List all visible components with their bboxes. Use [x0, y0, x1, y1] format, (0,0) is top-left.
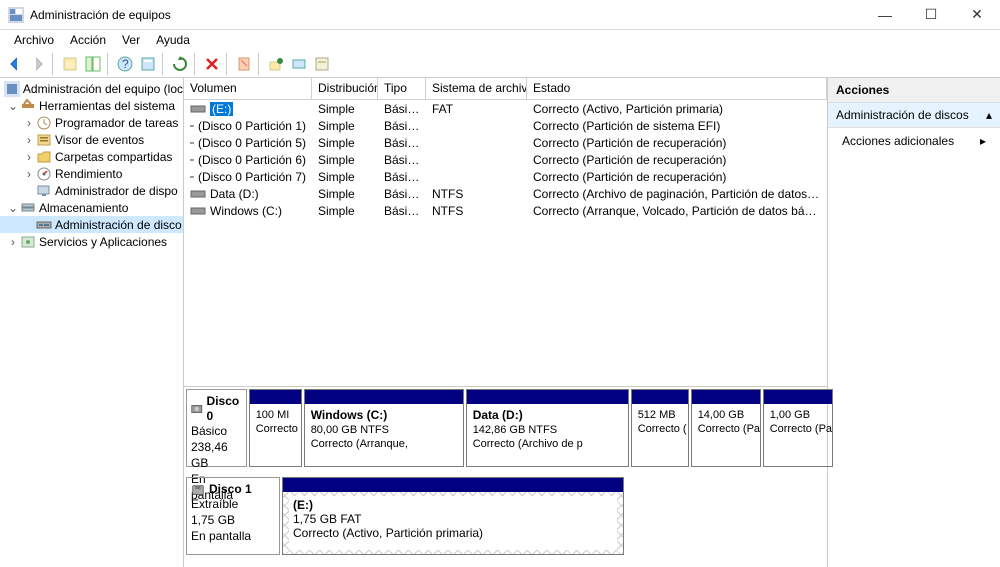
tree-services[interactable]: ›Servicios y Aplicaciones — [0, 233, 183, 250]
volume-row[interactable]: (Disco 0 Partición 6)SimpleBásicoCorrect… — [184, 151, 827, 168]
titlebar: Administración de equipos — ☐ ✕ — [0, 0, 1000, 30]
disk1-row[interactable]: Disco 1 Extraíble 1,75 GB En pantalla (E… — [186, 477, 825, 555]
col-type[interactable]: Tipo — [378, 78, 426, 99]
volume-row[interactable]: (Disco 0 Partición 5)SimpleBásicoCorrect… — [184, 134, 827, 151]
disk1-label: Disco 1 Extraíble 1,75 GB En pantalla — [186, 477, 280, 555]
svg-text:?: ? — [122, 57, 129, 71]
refresh-button[interactable] — [169, 53, 191, 75]
menu-action[interactable]: Acción — [62, 31, 114, 49]
help-button[interactable]: ? — [114, 53, 136, 75]
actions-pane: Acciones Administración de discos▴ Accio… — [828, 78, 1000, 567]
menu-view[interactable]: Ver — [114, 31, 148, 49]
collapse-icon: ▴ — [986, 108, 992, 122]
window-title: Administración de equipos — [30, 8, 862, 22]
hdd-icon — [191, 402, 203, 416]
tree-performance[interactable]: ›Rendimiento — [0, 165, 183, 182]
volume-row[interactable]: (Disco 0 Partición 7)SimpleBásicoCorrect… — [184, 168, 827, 185]
minimize-button[interactable]: — — [862, 0, 908, 30]
actions-more[interactable]: Acciones adicionales▸ — [828, 128, 1000, 154]
col-status[interactable]: Estado — [527, 78, 827, 99]
disk0-row[interactable]: Disco 0 Básico 238,46 GB En pantalla 100… — [186, 389, 825, 467]
action-create-button[interactable] — [265, 53, 287, 75]
volume-grid-header: Volumen Distribución Tipo Sistema de arc… — [184, 78, 827, 100]
volume-row[interactable]: (Disco 0 Partición 1)SimpleBásicoCorrect… — [184, 117, 827, 134]
tree-system-tools[interactable]: ⌄Herramientas del sistema — [0, 97, 183, 114]
col-volume[interactable]: Volumen — [184, 78, 312, 99]
disk0-partition[interactable]: 512 MBCorrecto ( — [631, 389, 689, 467]
tree-event-viewer[interactable]: ›Visor de eventos — [0, 131, 183, 148]
maximize-button[interactable]: ☐ — [908, 0, 954, 30]
tree-storage[interactable]: ⌄Almacenamiento — [0, 199, 183, 216]
menu-file[interactable]: Archivo — [6, 31, 62, 49]
action-settings-button[interactable] — [311, 53, 333, 75]
disk0-label: Disco 0 Básico 238,46 GB En pantalla — [186, 389, 247, 467]
app-icon — [8, 7, 24, 23]
actions-header: Acciones — [828, 78, 1000, 103]
menu-help[interactable]: Ayuda — [148, 31, 198, 49]
toolbar: ? — [0, 50, 1000, 78]
show-hide-tree-button[interactable] — [82, 53, 104, 75]
up-button[interactable] — [59, 53, 81, 75]
nav-tree[interactable]: Administración del equipo (loc ⌄Herramie… — [0, 78, 184, 567]
delete-button[interactable] — [201, 53, 223, 75]
tree-disk-management[interactable]: Administración de disco — [0, 216, 183, 233]
close-button[interactable]: ✕ — [954, 0, 1000, 30]
tree-device-manager[interactable]: Administrador de dispo — [0, 182, 183, 199]
volume-row[interactable]: Data (D:)SimpleBásicoNTFSCorrecto (Archi… — [184, 185, 827, 202]
forward-button[interactable] — [27, 53, 49, 75]
menubar: Archivo Acción Ver Ayuda — [0, 30, 1000, 50]
volume-row[interactable]: (E:)SimpleBásicoFATCorrecto (Activo, Par… — [184, 100, 827, 117]
actions-selected[interactable]: Administración de discos▴ — [828, 103, 1000, 128]
col-layout[interactable]: Distribución — [312, 78, 378, 99]
action-mount-button[interactable] — [288, 53, 310, 75]
disk0-partition[interactable]: 1,00 GBCorrecto (Pa — [763, 389, 833, 467]
tree-root[interactable]: Administración del equipo (loc — [0, 80, 183, 97]
volume-row[interactable]: Windows (C:)SimpleBásicoNTFSCorrecto (Ar… — [184, 202, 827, 219]
disk1-partition[interactable]: (E:)1,75 GB FATCorrecto (Activo, Partici… — [282, 477, 624, 555]
disk0-partition[interactable]: Windows (C:)80,00 GB NTFSCorrecto (Arran… — [304, 389, 464, 467]
removable-icon — [191, 483, 205, 497]
chevron-right-icon: ▸ — [980, 134, 986, 148]
volume-grid-body[interactable]: (E:)SimpleBásicoFATCorrecto (Activo, Par… — [184, 100, 827, 386]
disk0-partition[interactable]: Data (D:)142,86 GB NTFSCorrecto (Archivo… — [466, 389, 629, 467]
disk-graphical-view: Disco 0 Básico 238,46 GB En pantalla 100… — [184, 386, 827, 567]
tree-shared-folders[interactable]: ›Carpetas compartidas — [0, 148, 183, 165]
col-fs[interactable]: Sistema de archivos — [426, 78, 527, 99]
disk0-partition[interactable]: 100 MICorrecto ( — [249, 389, 302, 467]
properties-button[interactable] — [137, 53, 159, 75]
back-button[interactable] — [4, 53, 26, 75]
disk0-partition[interactable]: 14,00 GBCorrecto (Partició — [691, 389, 761, 467]
center-pane: Volumen Distribución Tipo Sistema de arc… — [184, 78, 828, 567]
tree-task-scheduler[interactable]: ›Programador de tareas — [0, 114, 183, 131]
format-button[interactable] — [233, 53, 255, 75]
